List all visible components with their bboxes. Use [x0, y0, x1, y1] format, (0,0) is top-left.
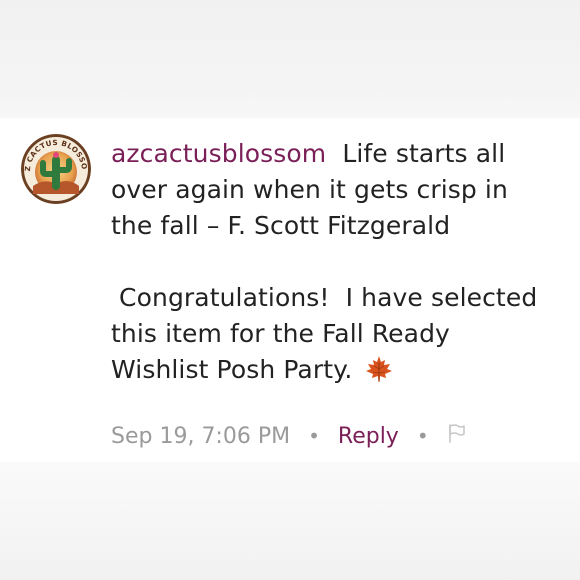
comment-username[interactable]: azcactusblossom: [111, 139, 326, 168]
comment-message-paragraph: Congratulations! I have selected this it…: [111, 280, 551, 394]
bottom-background-band: [0, 462, 580, 580]
meta-separator: •: [416, 424, 429, 448]
meta-separator: •: [308, 424, 320, 448]
az-cactus-blossom-logo-icon: AZ CACTUS BLOSSOM: [21, 134, 91, 204]
avatar[interactable]: AZ CACTUS BLOSSOM: [21, 134, 91, 204]
flag-icon[interactable]: [447, 423, 465, 449]
comment-timestamp: Sep 19, 7:06 PM: [111, 423, 291, 449]
comment-body: azcactusblossom Life starts all over aga…: [111, 136, 551, 394]
comment-meta-row: Sep 19, 7:06 PM • Reply •: [111, 418, 465, 454]
maple-leaf-icon: [364, 354, 394, 394]
top-background-band: [0, 0, 580, 118]
reply-button[interactable]: Reply: [338, 424, 399, 449]
comment-message-text: Congratulations! I have selected this it…: [111, 283, 546, 384]
comment-quote-paragraph: azcactusblossom Life starts all over aga…: [111, 136, 551, 244]
